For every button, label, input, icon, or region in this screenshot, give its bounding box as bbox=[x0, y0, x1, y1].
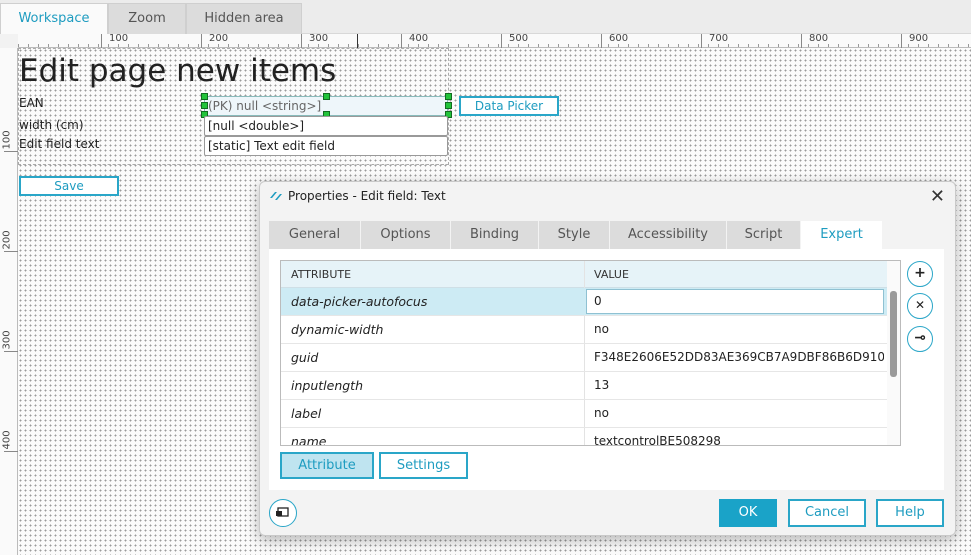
ruler-label: 100 bbox=[1, 130, 13, 150]
tab-accessibility[interactable]: Accessibility bbox=[610, 221, 727, 250]
key-icon[interactable]: ⊸ bbox=[907, 326, 933, 352]
column-header-value[interactable]: VALUE bbox=[594, 261, 629, 288]
add-attribute-button[interactable]: + bbox=[907, 261, 933, 287]
help-button[interactable]: Help bbox=[876, 499, 944, 527]
ruler-label: 900 bbox=[909, 33, 929, 44]
remove-attribute-button[interactable]: ✕ bbox=[907, 293, 933, 319]
value-cell: 13 bbox=[594, 378, 610, 392]
tab-binding[interactable]: Binding bbox=[451, 221, 539, 250]
edit-field-text[interactable]: [static] Text edit field bbox=[204, 136, 448, 156]
table-row[interactable]: guid F348E2606E52DD83AE369CB7A9DBF86B6D9… bbox=[281, 344, 887, 372]
attribute-table: ATTRIBUTE VALUE data-picker-autofocus 0 … bbox=[280, 260, 901, 446]
cancel-button[interactable]: Cancel bbox=[788, 499, 866, 527]
ruler-label: 300 bbox=[309, 33, 329, 44]
attribute-cell: data-picker-autofocus bbox=[291, 294, 428, 309]
ruler-label: 700 bbox=[709, 33, 729, 44]
value-cell: textcontrolBE508298 bbox=[594, 434, 721, 446]
ruler-label: 200 bbox=[1, 230, 13, 250]
value-cell: no bbox=[594, 406, 609, 420]
value-cell: no bbox=[594, 322, 609, 336]
resize-handle[interactable] bbox=[323, 93, 330, 100]
close-icon[interactable]: ✕ bbox=[930, 186, 945, 207]
ruler-label: 200 bbox=[209, 33, 229, 44]
tab-hidden-area[interactable]: Hidden area bbox=[186, 3, 302, 34]
field-label-ean[interactable]: EAN bbox=[19, 96, 44, 110]
settings-button[interactable]: Settings bbox=[379, 452, 468, 479]
attribute-cell: guid bbox=[291, 350, 319, 365]
tab-options[interactable]: Options bbox=[361, 221, 451, 250]
resize-handle[interactable] bbox=[445, 93, 452, 100]
top-tab-bar: Workspace Zoom Hidden area bbox=[0, 0, 971, 34]
value-input[interactable]: 0 bbox=[586, 289, 884, 314]
field-label-width[interactable]: width (cm) bbox=[19, 118, 84, 132]
tab-script[interactable]: Script bbox=[727, 221, 801, 250]
expert-panel: ATTRIBUTE VALUE data-picker-autofocus 0 … bbox=[269, 249, 944, 490]
app-logo-icon bbox=[270, 192, 282, 200]
field-label-edit-field-text[interactable]: Edit field text bbox=[19, 137, 99, 151]
table-row[interactable]: dynamic-width no bbox=[281, 316, 887, 344]
ruler-label: 400 bbox=[1, 430, 13, 450]
horizontal-ruler: 100 200 300 400 500 600 700 800 900 bbox=[18, 33, 971, 48]
table-scrollbar[interactable] bbox=[887, 261, 900, 445]
attribute-cell: name bbox=[291, 434, 327, 446]
ruler-label: 300 bbox=[1, 330, 13, 350]
tab-workspace[interactable]: Workspace bbox=[0, 3, 108, 34]
dialog-title: Properties - Edit field: Text bbox=[288, 189, 446, 203]
ruler-label: 100 bbox=[109, 33, 129, 44]
tab-style[interactable]: Style bbox=[539, 221, 610, 250]
attribute-button[interactable]: Attribute bbox=[280, 452, 374, 479]
table-row[interactable]: label no bbox=[281, 400, 887, 428]
table-row[interactable]: name textcontrolBE508298 bbox=[281, 428, 887, 446]
tab-zoom[interactable]: Zoom bbox=[108, 3, 186, 34]
ruler-label: 800 bbox=[809, 33, 829, 44]
ruler-label: 600 bbox=[609, 33, 629, 44]
attribute-cell: dynamic-width bbox=[291, 322, 384, 337]
attribute-cell: inputlength bbox=[291, 378, 363, 393]
data-picker-button[interactable]: Data Picker bbox=[459, 96, 559, 116]
value-cell: F348E2606E52DD83AE369CB7A9DBF86B6D910... bbox=[594, 350, 884, 364]
resize-handle[interactable] bbox=[201, 93, 208, 100]
ruler-position-marker bbox=[357, 34, 358, 48]
ruler-label: 500 bbox=[509, 33, 529, 44]
column-header-attribute[interactable]: ATTRIBUTE bbox=[291, 261, 351, 288]
window-glyph-icon bbox=[276, 507, 289, 517]
save-button[interactable]: Save bbox=[19, 176, 119, 196]
attribute-cell: label bbox=[291, 406, 322, 421]
resize-handle[interactable] bbox=[201, 102, 208, 109]
ok-button[interactable]: OK bbox=[719, 499, 777, 527]
vertical-ruler: 100 200 300 400 bbox=[0, 48, 18, 555]
table-row[interactable]: inputlength 13 bbox=[281, 372, 887, 400]
resize-handle[interactable] bbox=[445, 102, 452, 109]
tab-general[interactable]: General bbox=[269, 221, 361, 250]
tab-expert[interactable]: Expert bbox=[801, 221, 883, 250]
edit-field-width[interactable]: [null <double>] bbox=[204, 116, 448, 136]
table-row[interactable]: data-picker-autofocus 0 bbox=[281, 288, 887, 316]
scrollbar-thumb[interactable] bbox=[890, 291, 897, 377]
ruler-label: 400 bbox=[409, 33, 429, 44]
properties-dialog: Properties - Edit field: Text ✕ General … bbox=[259, 181, 956, 536]
window-icon[interactable] bbox=[269, 499, 297, 527]
